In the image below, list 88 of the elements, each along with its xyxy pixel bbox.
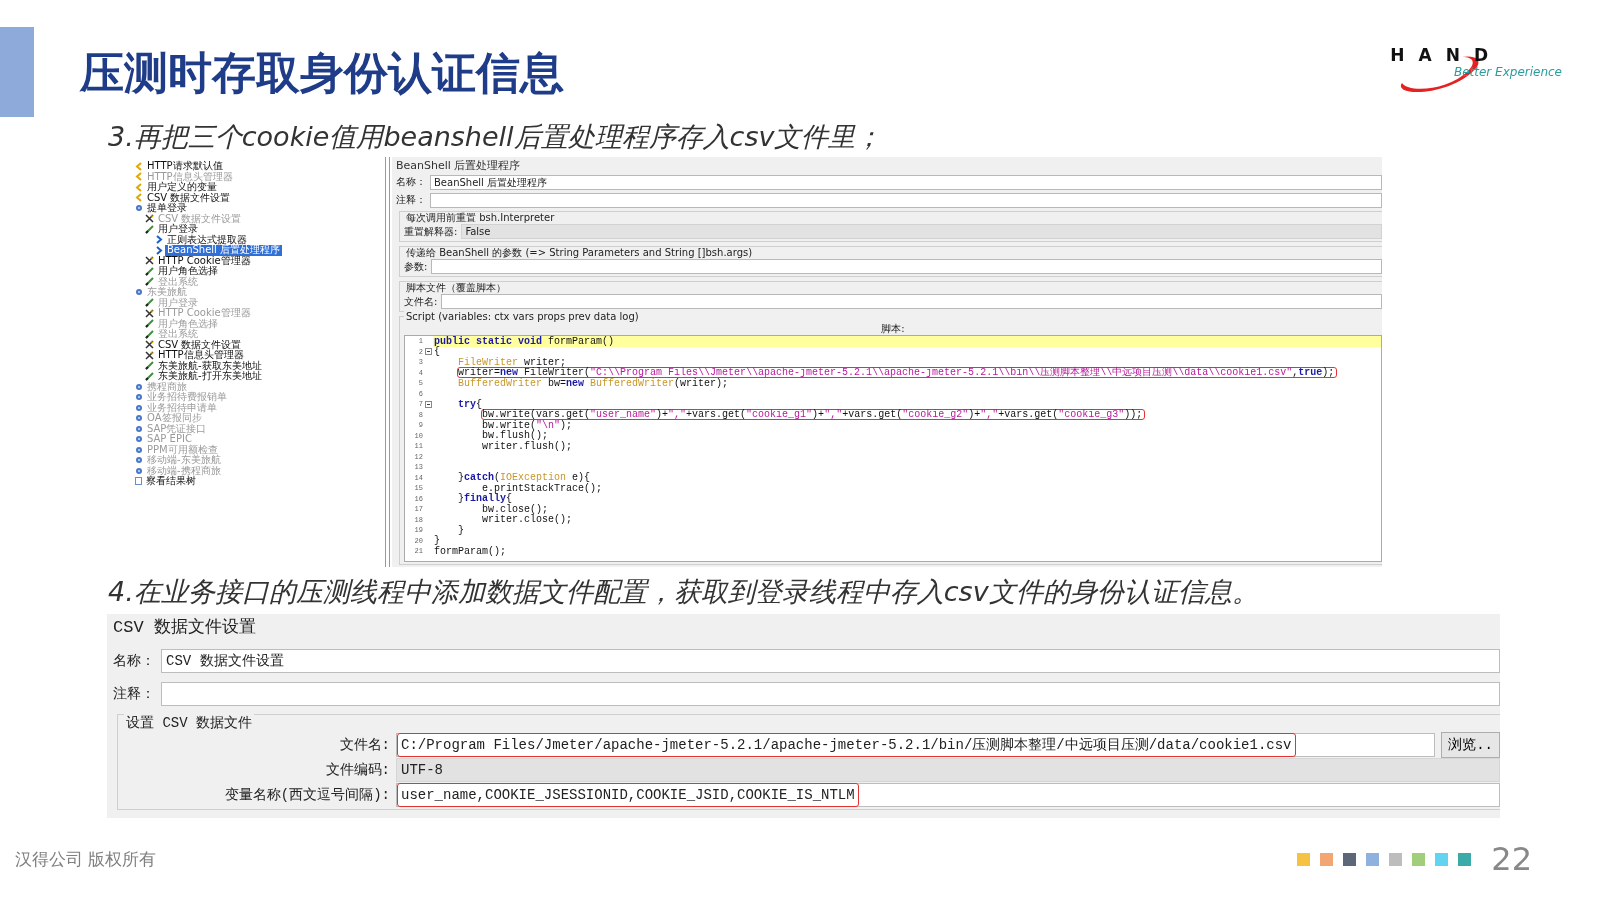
- panel-title: CSV 数据文件设置: [113, 617, 257, 639]
- tree-item[interactable]: HTTP请求默认值: [145, 161, 225, 172]
- tree-item[interactable]: 用户定义的变量: [145, 182, 219, 193]
- tree-item[interactable]: 察看结果树: [144, 476, 198, 487]
- field-label: 文件编码:: [324, 760, 390, 779]
- group-title: 设置 CSV 数据文件: [124, 714, 254, 732]
- step-text: 3.再把三个cookie值用beanshell后置处理程序存入csv文件里；: [107, 120, 884, 154]
- input-field[interactable]: user_name,COOKIE_JSESSIONID,COOKIE_JSID,COOKIE_IS_NTLM: [396, 782, 1500, 807]
- group-title: Script (variables: ctx vars props prev data log): [404, 311, 1382, 323]
- color-square: [1320, 852, 1334, 866]
- field-label: 文件名:: [338, 735, 390, 754]
- code-editor[interactable]: [404, 335, 1382, 562]
- panel-title: BeanShell 后置处理程序: [396, 159, 522, 173]
- input-field[interactable]: [161, 681, 1500, 706]
- code-line: FileWriter writer;: [457, 356, 567, 368]
- color-square: [1412, 852, 1426, 866]
- crossed-tools-icon: [145, 308, 154, 318]
- code-line: }finally{: [457, 493, 513, 505]
- color-square: [1458, 852, 1472, 866]
- editor-heading: 脚本:: [881, 323, 905, 335]
- code-line: e.printStackTrace();: [482, 482, 604, 494]
- crossed-tools-icon: [145, 214, 154, 224]
- code-line: writer.flush();: [481, 440, 573, 452]
- crossed-tools-icon: [145, 256, 154, 266]
- field-label: 重置解释器:: [404, 224, 458, 239]
- tree-item[interactable]: HTTP Cookie管理器: [156, 255, 253, 266]
- document-icon: [135, 477, 142, 486]
- color-square: [1366, 852, 1380, 866]
- code-line: formParam();: [433, 545, 507, 557]
- code-line: BufferedWriter bw=new BufferedWriter(writer);: [457, 377, 729, 389]
- code-line: bw.write("\n");: [481, 419, 573, 431]
- code-line: bw.close();: [482, 503, 548, 515]
- tree-item[interactable]: CSV 数据文件设置: [145, 192, 233, 203]
- pencil-icon: [145, 224, 154, 234]
- pencil-icon: [145, 361, 154, 371]
- field-label: 变量名称(西文逗号间隔):: [223, 785, 390, 804]
- code-line: }catch(IOException e){: [457, 472, 591, 484]
- code-line: try{: [457, 398, 483, 410]
- field-label: 名称：: [113, 651, 155, 670]
- code-line: writer=new FileWriter("C:\\Program Files\\Jmeter\\apache-jmeter-5.2.1\\apache-jmeter-5.2.1\\bin\\压测脚本整理\\中远项目压测\\data\\cookie1.csv",true);: [457, 367, 1338, 379]
- code-line: bw.write(vars.get("user_name")+","+vars.get("cookie_g1")+","+vars.get("cookie_g2")+","+vars.get("cookie_g3"));: [481, 409, 1146, 421]
- footer-text: 汉得公司 版权所有: [15, 847, 157, 871]
- color-square: [1297, 852, 1311, 866]
- tree-item[interactable]: BeanShell 后置处理程序: [165, 245, 283, 256]
- logo-text: HAND: [1390, 45, 1502, 65]
- slide-title: 压测时存取身份认证信息: [80, 46, 564, 100]
- color-square: [1343, 852, 1357, 866]
- color-square: [1435, 852, 1449, 866]
- field-label: 注释：: [113, 684, 155, 703]
- input-field[interactable]: BeanShell 后置处理程序: [430, 174, 1382, 190]
- field-label: 注释：: [396, 193, 426, 207]
- code-line: }: [433, 535, 440, 547]
- pencil-icon: [145, 277, 154, 287]
- tree-item[interactable]: 用户角色选择: [156, 266, 220, 277]
- pencil-icon: [145, 371, 154, 381]
- step-text: 4.在业务接口的压测线程中添加数据文件配置，获取到登录线程中存入csv文件的身份认证信息。: [107, 575, 1260, 609]
- tree-item[interactable]: 正则表达式提取器: [165, 234, 249, 245]
- code-line: {: [433, 346, 440, 358]
- browse-button[interactable]: 浏览..: [1441, 731, 1500, 758]
- gear-icon: [135, 288, 143, 297]
- field-label: 参数:: [404, 259, 428, 274]
- tree-item[interactable]: 用户登录: [156, 224, 200, 235]
- crossed-tools-icon: [145, 340, 154, 350]
- input-field[interactable]: [430, 192, 1382, 208]
- tree-item[interactable]: 提单登录: [145, 203, 189, 214]
- color-square: [1389, 852, 1403, 866]
- dropdown-field[interactable]: False: [461, 224, 1382, 239]
- gear-icon: [135, 204, 143, 213]
- input-field[interactable]: CSV 数据文件设置: [161, 648, 1500, 673]
- input-field[interactable]: [441, 294, 1382, 309]
- page-number: 22: [1491, 840, 1532, 878]
- code-line: writer.close();: [481, 514, 573, 526]
- input-field[interactable]: [431, 259, 1382, 274]
- field-label: 名称：: [396, 175, 426, 189]
- collapse-icon[interactable]: [424, 400, 432, 408]
- pencil-icon: [145, 298, 154, 308]
- code-line: }: [457, 524, 465, 536]
- collapse-icon[interactable]: [424, 348, 432, 356]
- group-title: 每次调用前重置 bsh.Interpreter: [404, 212, 557, 224]
- field-label: 文件名:: [404, 294, 438, 309]
- pencil-icon: [145, 329, 154, 339]
- pencil-icon: [145, 266, 154, 276]
- group-title: 传递给 BeanShell 的参数 (=> String Parameters and String []bsh.args): [404, 247, 755, 259]
- pencil-icon: [145, 319, 154, 329]
- dropdown-field[interactable]: UTF-8: [396, 757, 1500, 782]
- code-line: bw.flush();: [481, 430, 548, 442]
- input-field[interactable]: C:/Program Files/Jmeter/apache-jmeter-5.2.1/apache-jmeter-5.2.1/bin/压测脚本整理/中远项目压测/data/cookie1.csv: [396, 732, 1436, 757]
- crossed-tools-icon: [145, 350, 154, 360]
